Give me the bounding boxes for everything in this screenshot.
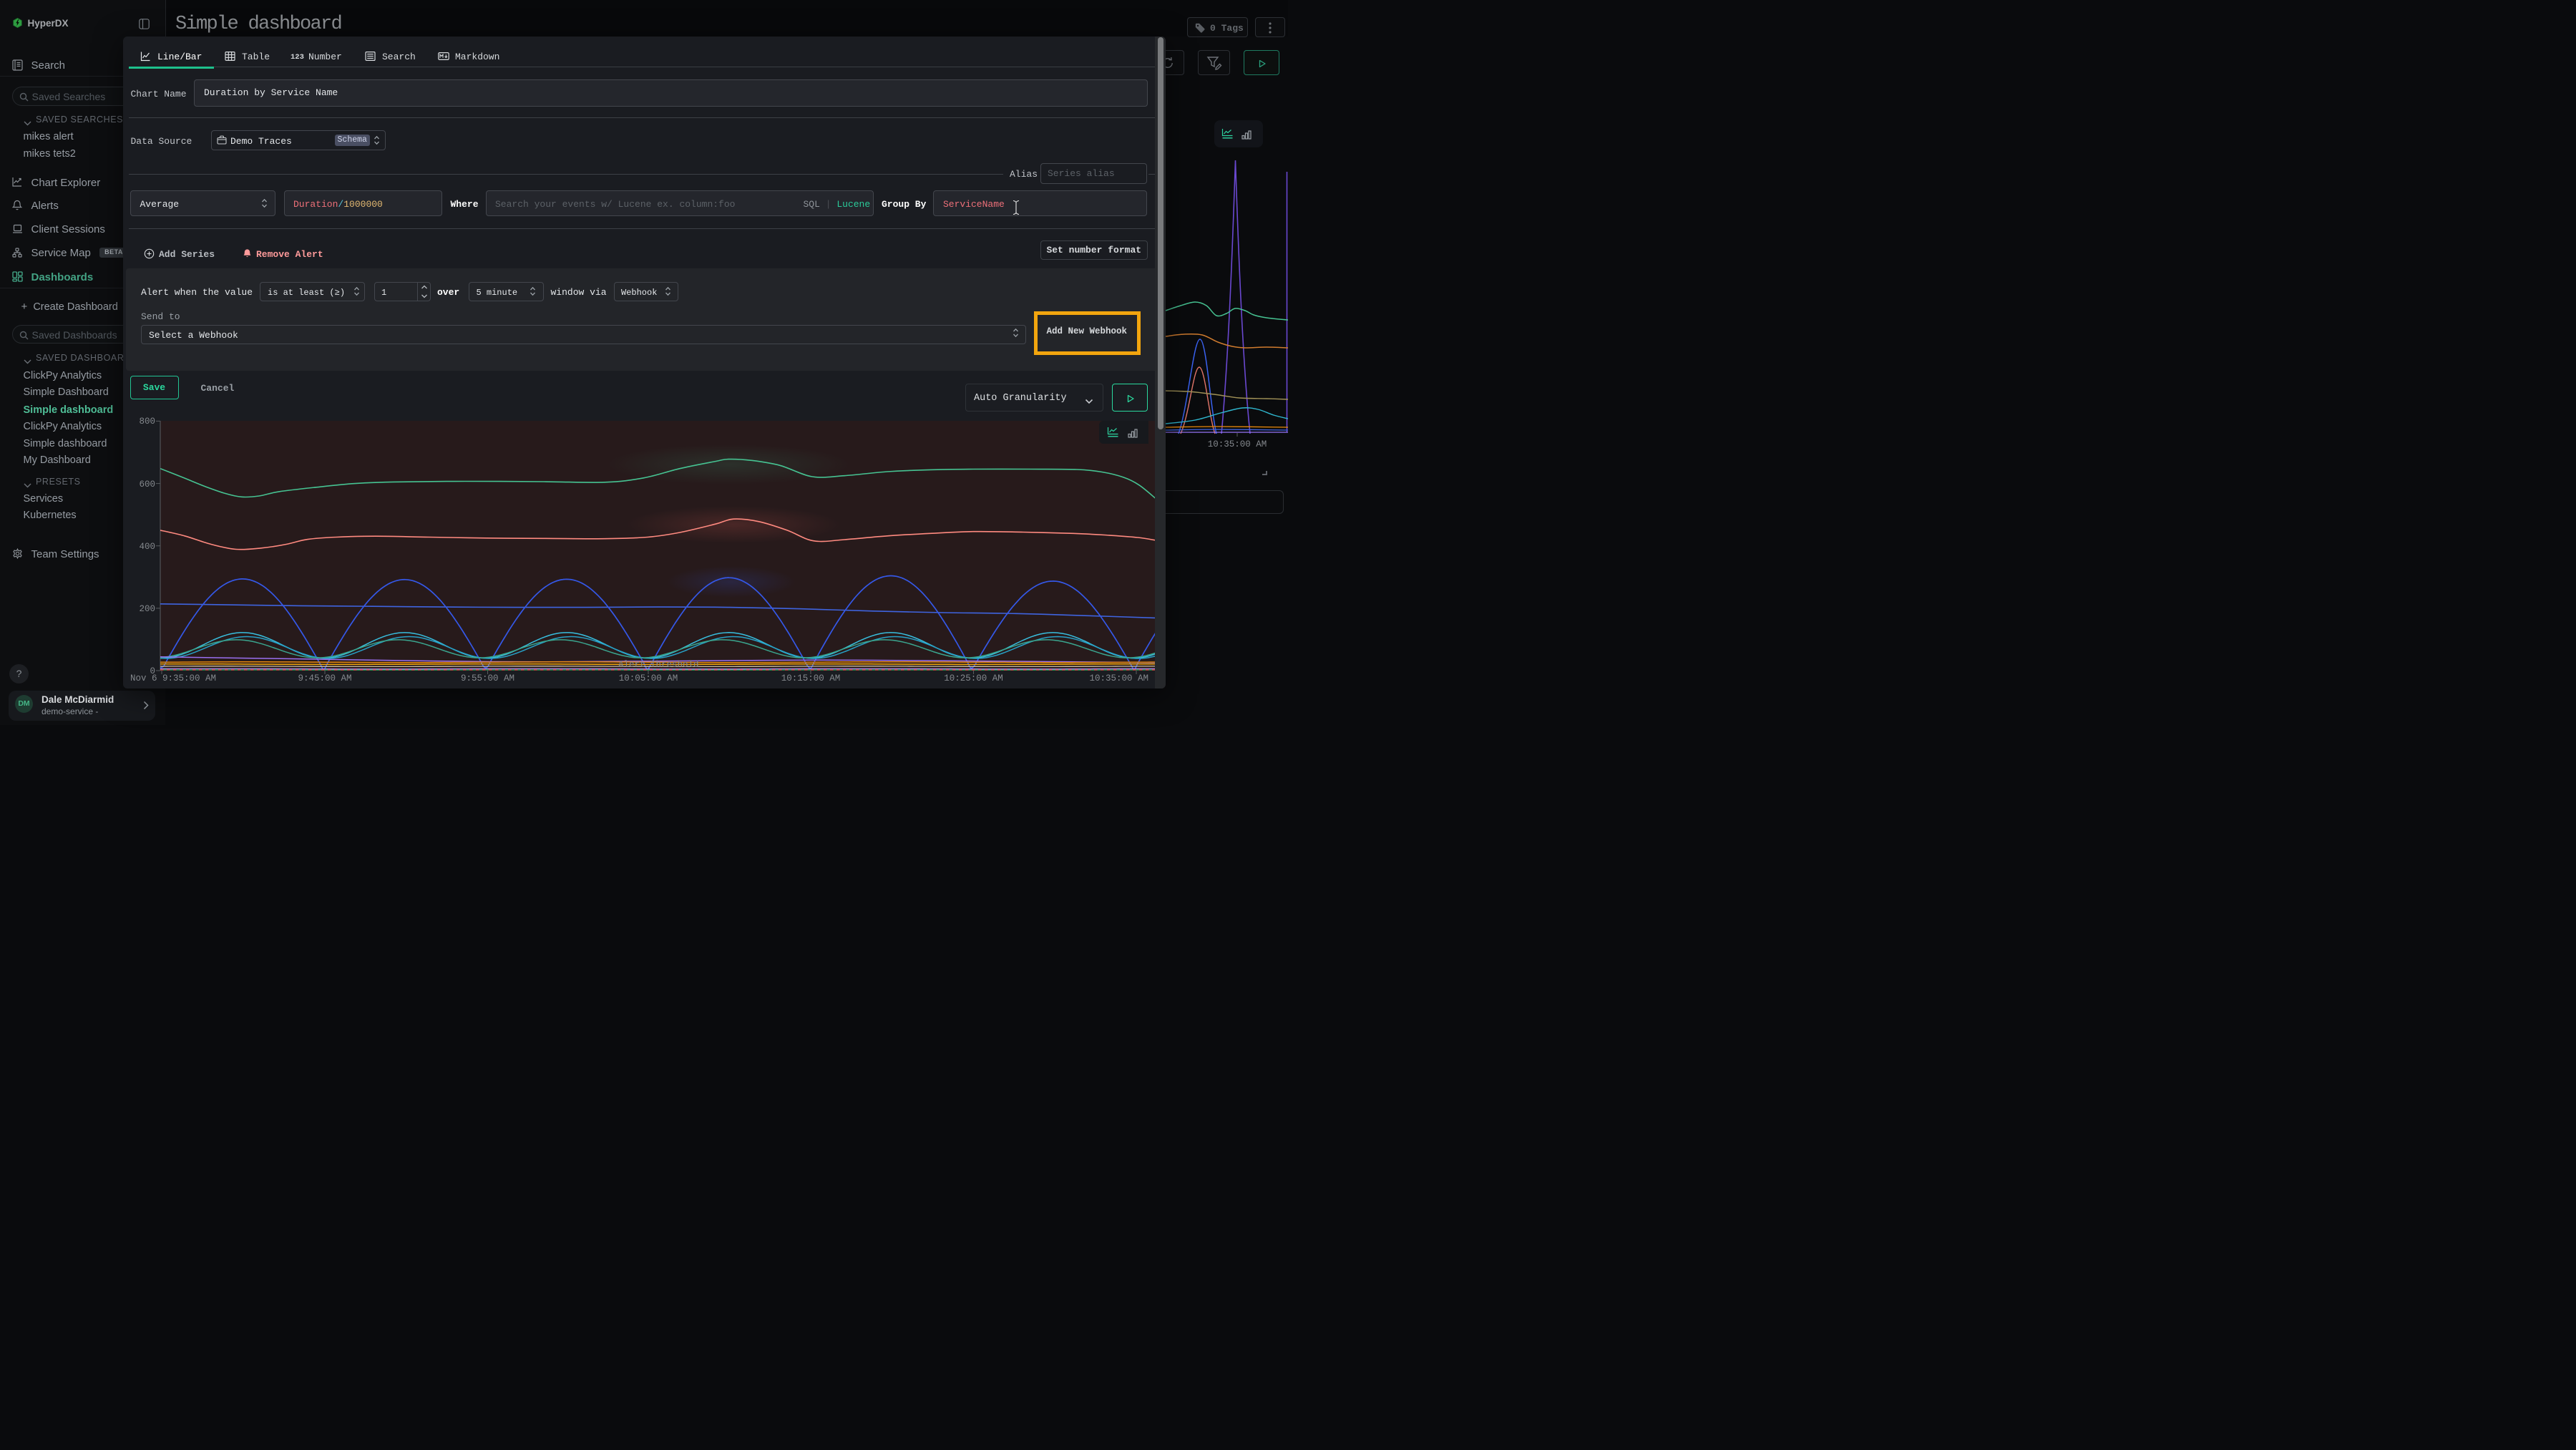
svg-text:10:35:00 AM: 10:35:00 AM: [1208, 439, 1267, 449]
svg-text:9:55:00 AM: 9:55:00 AM: [461, 673, 514, 683]
svg-text:600: 600: [139, 480, 155, 490]
svg-text:10:35:00 AM: 10:35:00 AM: [1089, 673, 1148, 683]
svg-text:400: 400: [139, 542, 155, 552]
svg-text:Alert Threshold: Alert Threshold: [618, 659, 699, 669]
svg-text:800: 800: [139, 417, 155, 427]
svg-text:10:15:00 AM: 10:15:00 AM: [781, 673, 841, 683]
svg-text:10:25:00 AM: 10:25:00 AM: [944, 673, 1003, 683]
svg-text:10:05:00 AM: 10:05:00 AM: [619, 673, 678, 683]
svg-text:9:45:00 AM: 9:45:00 AM: [298, 673, 351, 683]
svg-text:200: 200: [139, 604, 155, 614]
svg-text:Nov 6 9:35:00 AM: Nov 6 9:35:00 AM: [130, 673, 216, 683]
